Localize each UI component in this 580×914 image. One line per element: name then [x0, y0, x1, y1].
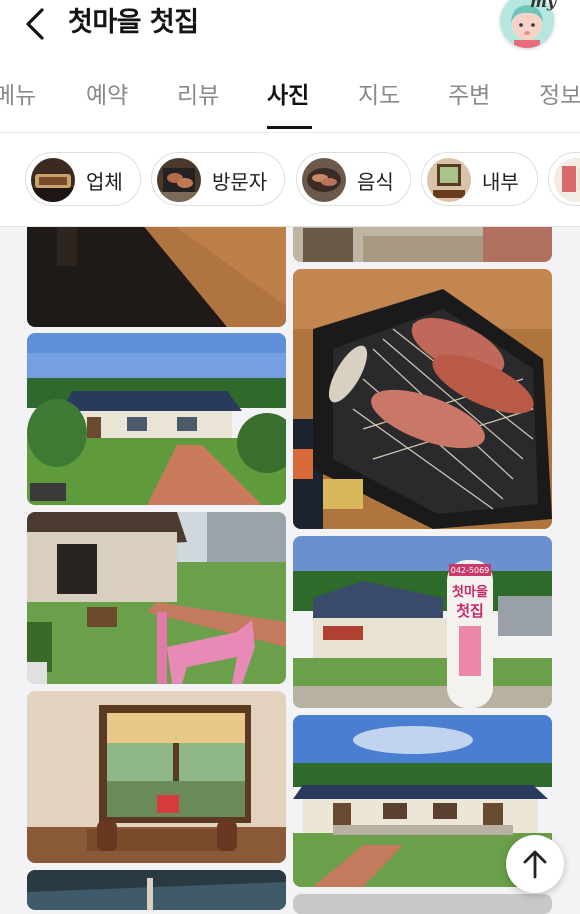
photo-next[interactable] — [293, 894, 552, 914]
chevron-left-icon — [26, 8, 44, 40]
arrow-up-icon — [523, 850, 547, 879]
sign-phone: 042-5069 — [451, 566, 490, 575]
chip-label: 내부 — [482, 170, 519, 194]
photo-interior-window[interactable] — [27, 691, 286, 863]
photo-house-exterior[interactable] — [27, 333, 286, 505]
chip-label: 음식 — [357, 170, 394, 194]
chip-visitor[interactable]: 방문자 — [151, 152, 285, 206]
page-title: 첫마을 첫집 — [68, 7, 199, 38]
tab-photos[interactable]: 사진 — [267, 76, 309, 110]
back-button[interactable] — [16, 4, 56, 44]
tab-menu[interactable]: 메뉴 — [0, 76, 36, 110]
tab-map[interactable]: 지도 — [358, 76, 400, 110]
chip-business[interactable]: 업체 — [25, 152, 141, 206]
chip-thumbnail — [302, 158, 346, 202]
tab-info[interactable]: 정보 — [539, 76, 580, 110]
chip-interior[interactable]: 내부 — [421, 152, 538, 206]
photo-house-sign[interactable]: 042-5069 첫마을 첫집 — [293, 536, 552, 708]
sign-text-bottom: 첫집 — [456, 602, 484, 620]
tab-reservation[interactable]: 예약 — [86, 76, 128, 110]
active-tab-underline — [267, 126, 312, 129]
chip-thumbnail — [31, 158, 75, 202]
photo-grilled-meat[interactable] — [293, 269, 552, 529]
sign-text-top: 첫마을 — [452, 584, 488, 600]
chip-food[interactable]: 음식 — [296, 152, 411, 206]
chip-thumbnail — [554, 158, 580, 202]
top-header: 첫마을 첫집 my 메뉴 예약 리뷰 사진 지도 주변 정보 — [0, 0, 580, 227]
chip-label: 방문자 — [212, 170, 268, 194]
photo-yard-sculpture[interactable] — [27, 512, 286, 684]
scroll-to-top-button[interactable] — [506, 835, 564, 893]
avatar-badge: my — [530, 0, 557, 11]
chip-label: 업체 — [86, 170, 123, 194]
tab-nearby[interactable]: 주변 — [448, 76, 490, 110]
chip-thumbnail — [157, 158, 201, 202]
tab-review[interactable]: 리뷰 — [177, 76, 219, 110]
photo-filter-chips: 업체 방문자 음식 내부 — [0, 152, 580, 208]
photo-ceiling[interactable] — [27, 870, 286, 910]
chip-more[interactable] — [548, 152, 580, 206]
tab-bar: 메뉴 예약 리뷰 사진 지도 주변 정보 — [0, 62, 580, 133]
chip-thumbnail — [427, 158, 471, 202]
